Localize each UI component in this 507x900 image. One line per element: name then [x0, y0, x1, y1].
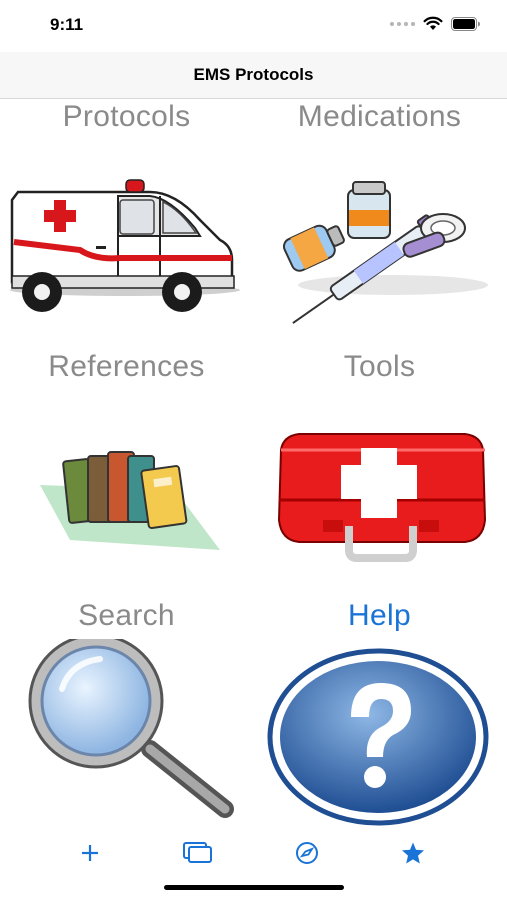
medications-icon — [282, 181, 488, 324]
search-label: Search — [78, 599, 175, 632]
help-label: Help — [348, 599, 411, 632]
protocols-label: Protocols — [62, 100, 191, 133]
protocols-tile[interactable]: Protocols — [0, 100, 253, 350]
medications-label: Medications — [297, 100, 462, 133]
status-icons — [390, 16, 481, 31]
navigation-bar: EMS Protocols — [0, 52, 507, 99]
magnifier-icon — [28, 639, 234, 818]
wifi-icon — [423, 16, 443, 30]
tab-favorites[interactable] — [398, 840, 428, 866]
tools-label: Tools — [343, 350, 416, 383]
tools-tile[interactable]: Tools — [253, 350, 506, 600]
search-tile[interactable]: Search — [0, 599, 253, 849]
status-time: 9:11 — [50, 15, 84, 34]
first-aid-kit-icon — [277, 433, 487, 562]
books-icon — [40, 451, 220, 550]
tab-windows[interactable] — [183, 840, 213, 866]
page-title: EMS Protocols — [193, 65, 314, 84]
ambulance-icon — [10, 179, 240, 312]
plus-icon — [82, 845, 98, 861]
app-screen: 9:11 EMS Protocols Protocols Medications… — [0, 0, 507, 900]
tab-add[interactable] — [75, 840, 105, 866]
help-tile[interactable]: Help — [253, 599, 506, 849]
help-icon — [267, 648, 489, 826]
compass-icon — [296, 842, 318, 864]
tabs-icon — [183, 842, 212, 863]
tab-browse[interactable] — [292, 840, 322, 866]
references-tile[interactable]: References — [0, 350, 253, 600]
star-icon — [402, 842, 424, 864]
battery-icon — [451, 16, 480, 31]
references-label: References — [48, 350, 205, 383]
home-indicator[interactable] — [164, 885, 344, 890]
cellular-signal-icon — [390, 21, 415, 26]
status-bar: 9:11 — [0, 0, 507, 52]
tab-bar — [0, 826, 507, 876]
medications-tile[interactable]: Medications — [253, 100, 506, 350]
